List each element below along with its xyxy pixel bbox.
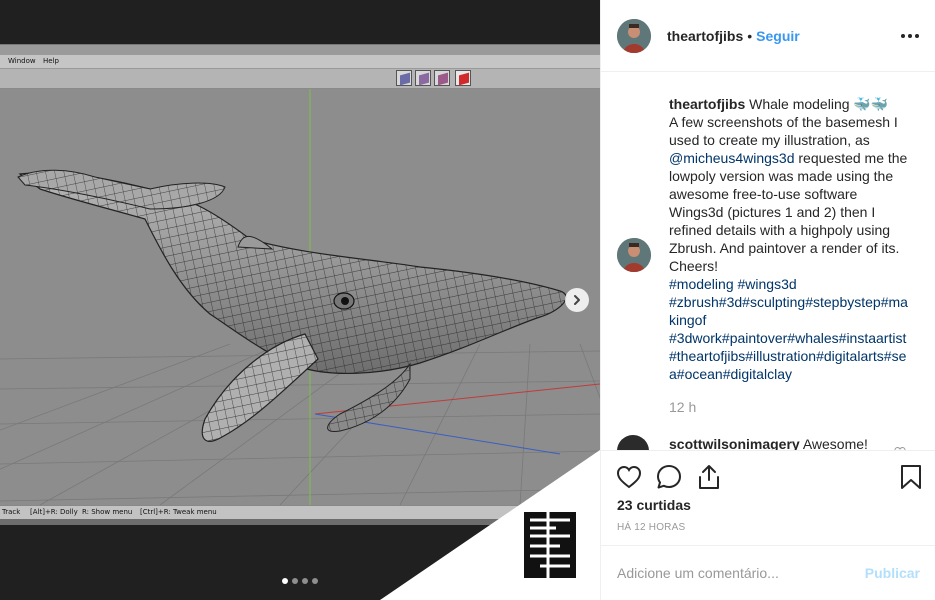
mention-link[interactable]: @micheus4wings3d — [669, 150, 795, 166]
app-toolbar — [0, 69, 600, 89]
app-bottom-bar — [0, 519, 600, 525]
status-track: Track — [2, 508, 21, 516]
view-cube-icon — [434, 70, 450, 86]
caption: theartofjibs Whale modeling 🐳🐳 A few scr… — [617, 95, 909, 383]
view-cube-icon — [396, 70, 412, 86]
post-side-panel: theartofjibs • Seguir theartofjibs Whale… — [600, 0, 935, 600]
view-cube-icon — [455, 70, 471, 86]
post-media[interactable]: Window Help Track [Alt]+R: Dolly R: Show… — [0, 0, 600, 600]
menu-window: Window — [8, 57, 36, 65]
carousel-indicator — [282, 578, 318, 584]
view-cube-icon — [415, 70, 431, 86]
status-dolly: [Alt]+R: Dolly — [30, 508, 78, 516]
more-horizontal-icon — [901, 34, 905, 38]
caption-title: Whale modeling 🐳🐳 — [745, 96, 889, 112]
post-timestamp[interactable]: HÁ 12 HORAS — [617, 522, 685, 533]
carousel-dot — [282, 578, 288, 584]
caption-body-2: requested me the lowpoly version was mad… — [669, 150, 908, 274]
avatar[interactable] — [617, 238, 651, 272]
follow-button[interactable]: Seguir — [756, 28, 800, 44]
share-icon[interactable] — [695, 463, 723, 491]
carousel-dot — [292, 578, 298, 584]
app-statusbar: Track [Alt]+R: Dolly R: Show menu [Ctrl]… — [0, 505, 600, 519]
comment-body: Awesome! — [799, 436, 868, 450]
carousel-dot — [302, 578, 308, 584]
comment-text: scottwilsonimagery Awesome! — [669, 436, 868, 450]
menu-help: Help — [43, 57, 59, 65]
3d-viewport — [0, 89, 600, 505]
avatar[interactable] — [617, 18, 651, 53]
add-comment-section: Publicar — [601, 545, 935, 600]
comments-list[interactable]: theartofjibs Whale modeling 🐳🐳 A few scr… — [601, 73, 935, 450]
heart-icon[interactable] — [615, 463, 643, 491]
avatar[interactable] — [617, 435, 649, 450]
comment-item: scottwilsonimagery Awesome! — [617, 435, 868, 450]
comment-username[interactable]: scottwilsonimagery — [669, 436, 800, 450]
caption-text: theartofjibs Whale modeling 🐳🐳 A few scr… — [669, 95, 909, 383]
post-actions: 23 curtidas HÁ 12 HORAS Publicar — [601, 450, 935, 600]
publish-button[interactable]: Publicar — [865, 565, 920, 581]
hashtag-link[interactable]: #zbrush#3d#sculpting#stepbystep#makingof — [669, 294, 908, 328]
status-show-menu: R: Show menu — [82, 508, 133, 516]
bookmark-icon[interactable] — [897, 463, 925, 491]
caption-body-1: A few screenshots of the basemesh I used… — [669, 114, 898, 148]
comment-icon[interactable] — [655, 463, 683, 491]
caption-time[interactable]: 12 h — [669, 399, 696, 415]
separator: • — [747, 27, 753, 44]
caption-username[interactable]: theartofjibs — [669, 96, 745, 112]
chevron-right-icon — [574, 295, 580, 305]
whale-wireframe-render — [0, 89, 600, 505]
carousel-dot — [312, 578, 318, 584]
comment-input[interactable] — [617, 563, 847, 583]
app-menubar: Window Help — [0, 55, 600, 69]
hashtag-link[interactable]: #3dwork#paintover#whales#instaartist#the… — [669, 330, 906, 382]
hashtag-link[interactable]: #modeling #wings3d — [669, 276, 797, 292]
post-header: theartofjibs • Seguir — [601, 0, 935, 72]
carousel-next-button[interactable] — [565, 288, 589, 312]
avatar-image — [617, 18, 651, 53]
more-options-button[interactable] — [900, 26, 920, 46]
avatar-image — [617, 238, 651, 272]
likes-count[interactable]: 23 curtidas — [617, 497, 691, 513]
status-tweak-menu: [Ctrl]+R: Tweak menu — [140, 508, 217, 516]
post-username[interactable]: theartofjibs — [667, 28, 743, 44]
